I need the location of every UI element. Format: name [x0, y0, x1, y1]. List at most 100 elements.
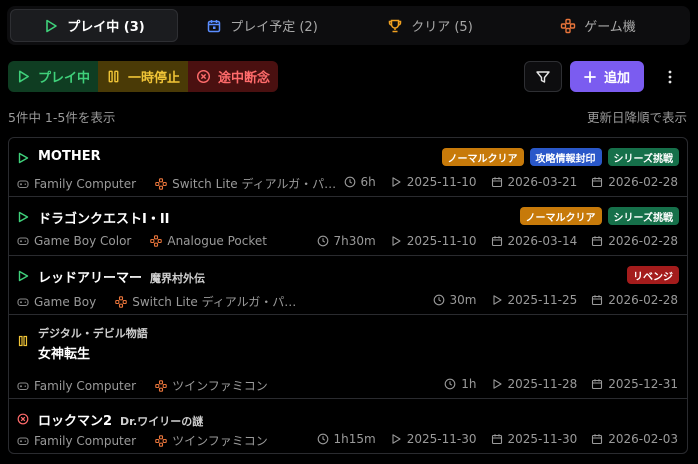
tab-label: ゲーム機: [584, 20, 636, 35]
calendar-icon: [491, 177, 502, 188]
calendar-icon: [592, 379, 603, 390]
game-title-line: MOTHER: [38, 149, 101, 164]
play-icon: [18, 152, 29, 164]
tab-planned[interactable]: プレイ予定 (2): [178, 9, 346, 42]
date-info: 1h15m 2025-11-30 2025-11-30 2026-02-03: [303, 432, 678, 446]
planned-date: 2026-03-21: [491, 175, 578, 189]
start-date-value: 2025-11-30: [406, 432, 477, 446]
sort-order-button[interactable]: 更新日降順で表示: [587, 107, 687, 126]
updated-date-value: 2025-12-31: [608, 377, 678, 391]
game-title: 女神転生: [38, 347, 91, 362]
more-vertical-icon: [668, 70, 672, 84]
start-date-value: 2025-11-10: [406, 175, 477, 189]
start-date: 2025-11-10: [390, 234, 477, 248]
date-info: 6h 2025-11-10 2026-03-21 2026-02-28: [330, 175, 678, 189]
gamepad-icon: [560, 18, 576, 33]
filter-dropped[interactable]: 途中断念: [188, 61, 279, 92]
platform-name: Game Boy: [34, 294, 97, 309]
tab-label: プレイ予定 (2): [230, 20, 318, 35]
platform-info: Family Computer ツインファミコン: [17, 432, 268, 449]
pause-icon: [108, 70, 119, 83]
play-icon: [18, 211, 29, 223]
game-subtitle: Dr.ワイリーの謎: [120, 415, 204, 428]
filter-playing[interactable]: プレイ中: [8, 61, 99, 92]
start-date-value: 2025-11-10: [406, 234, 477, 248]
tag-badge: シリーズ挑戦: [607, 148, 679, 166]
tag-list: ノーマルクリア シリーズ挑戦: [519, 207, 679, 225]
tag-list: ノーマルクリア 攻略情報封印 シリーズ挑戦: [441, 148, 679, 166]
updated-date: 2025-12-31: [591, 377, 678, 391]
tab-label: プレイ中 (3): [67, 20, 145, 35]
filter-paused[interactable]: 一時停止: [98, 61, 189, 92]
game-title-line: 女神転生: [38, 343, 90, 362]
plus-icon: [584, 70, 596, 83]
play-icon: [46, 19, 58, 32]
pause-icon: [18, 335, 28, 347]
device-name: ツインファミコン: [172, 434, 268, 448]
game-title-line: ロックマン2 Dr.ワイリーの謎: [38, 410, 203, 429]
device-name: Switch Lite ディアルガ・パ…: [132, 295, 297, 309]
game-pre-title: デジタル・デビル物語: [38, 327, 148, 340]
add-button[interactable]: 追加: [570, 61, 644, 92]
playtime-value: 7h30m: [333, 234, 376, 248]
calendar-icon: [592, 434, 603, 445]
console-icon: [155, 434, 167, 447]
platform-name: Game Boy Color: [34, 234, 132, 248]
gamepad-icon: [17, 237, 29, 246]
tab-playing[interactable]: プレイ中 (3): [10, 9, 178, 42]
tag-badge: リベンジ: [627, 266, 679, 284]
tag-badge: ノーマルクリア: [519, 207, 602, 225]
play-icon: [392, 434, 401, 444]
console-icon: [115, 295, 127, 308]
filter-button[interactable]: [524, 61, 562, 92]
game-title: レッドアリーマー: [38, 271, 143, 286]
calendar-icon: [207, 19, 221, 32]
tab-cleared[interactable]: クリア (5): [346, 9, 514, 42]
game-row[interactable]: ロックマン2 Dr.ワイリーの謎 Family Computer ツインファミコン 1h…: [9, 399, 687, 453]
updated-date: 2026-02-28: [591, 234, 678, 248]
updated-date: 2026-02-28: [591, 175, 678, 189]
tab-label: クリア (5): [411, 20, 473, 35]
playtime: 6h: [344, 175, 376, 189]
tag-badge: ノーマルクリア: [441, 148, 524, 166]
view-tabs: プレイ中 (3) プレイ予定 (2) クリア (5) ゲーム機: [7, 6, 690, 45]
calendar-icon: [592, 177, 603, 188]
game-row[interactable]: ドラゴンクエストI・II ノーマルクリア シリーズ挑戦 Game Boy Color A…: [9, 197, 687, 256]
updated-date-value: 2026-02-28: [608, 293, 678, 307]
gamepad-icon: [17, 436, 29, 445]
platform-info: Game Boy Switch Lite ディアルガ・パ…: [17, 293, 296, 310]
calendar-icon: [491, 236, 502, 247]
date-info: 1h 2025-11-28 2025-12-31: [430, 377, 678, 391]
x-circle-icon: [197, 69, 211, 84]
updated-date-value: 2026-02-28: [608, 234, 678, 248]
playtime: 30m: [433, 293, 477, 307]
game-list: MOTHER ノーマルクリア 攻略情報封印 シリーズ挑戦 Family Computer…: [8, 137, 688, 454]
game-row[interactable]: レッドアリーマー 魔界村外伝 リベンジ Game Boy Switch Lite ディア…: [9, 256, 687, 315]
more-options-button[interactable]: [660, 66, 680, 88]
game-row[interactable]: デジタル・デビル物語 女神転生 Family Computer ツインファミコン 1h 2…: [9, 315, 687, 399]
game-title-line: ドラゴンクエストI・II: [38, 208, 170, 227]
start-date: 2025-11-10: [390, 175, 477, 189]
playtime: 7h30m: [317, 234, 376, 248]
calendar-icon: [491, 434, 502, 445]
planned-date: 2026-03-14: [491, 234, 577, 248]
tab-consoles[interactable]: ゲーム機: [514, 9, 682, 42]
console-icon: [150, 235, 163, 247]
platform-name: Family Computer: [34, 176, 137, 191]
console-icon: [155, 177, 167, 190]
clock-icon: [444, 378, 456, 390]
play-icon: [492, 379, 502, 389]
game-title-line: レッドアリーマー 魔界村外伝: [38, 267, 205, 286]
planned-date-value: 2025-11-30: [507, 432, 578, 446]
console-icon: [155, 379, 167, 392]
filter-label: 一時停止: [128, 71, 181, 86]
start-date-value: 2025-11-28: [507, 377, 578, 391]
device-name: Analogue Pocket: [167, 234, 267, 248]
date-info: 7h30m 2025-11-10 2026-03-14 2026-02-28: [303, 234, 678, 248]
planned-date-value: 2026-03-21: [507, 175, 578, 189]
game-row[interactable]: MOTHER ノーマルクリア 攻略情報封印 シリーズ挑戦 Family Computer…: [9, 138, 687, 197]
clock-icon: [317, 433, 328, 445]
clock-icon: [433, 294, 444, 306]
updated-date-value: 2026-02-28: [608, 175, 678, 189]
device-name: ツインファミコン: [172, 379, 268, 393]
